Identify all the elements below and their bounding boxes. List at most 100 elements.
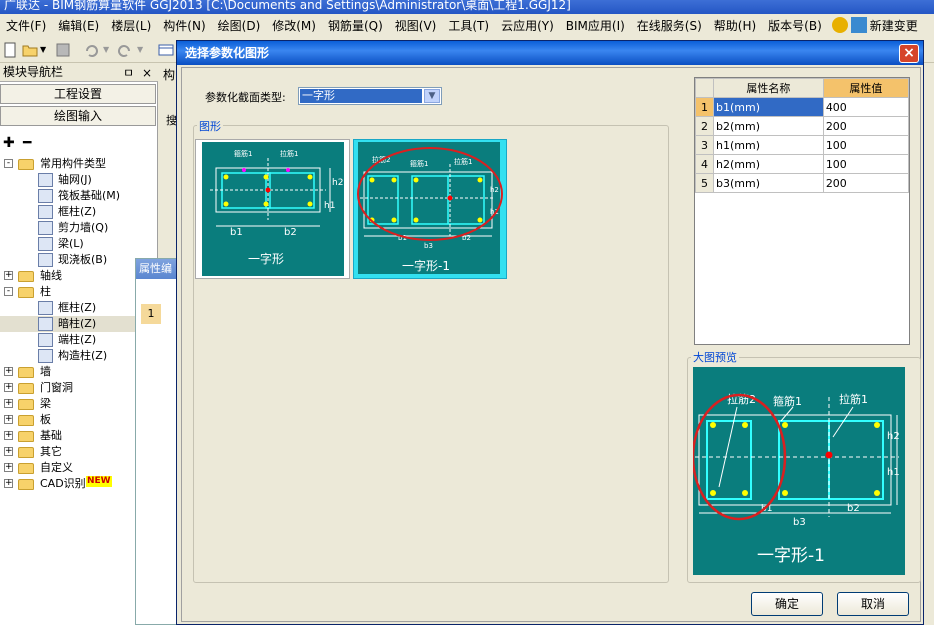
expand-all-icon[interactable]: ✚ <box>3 135 15 151</box>
tree-item[interactable]: + 其它 <box>0 444 156 460</box>
table-row[interactable]: 4 h2(mm) 100 <box>695 154 910 174</box>
menu-cloud[interactable]: 云应用(Y) <box>495 17 560 34</box>
save-icon[interactable] <box>55 42 71 58</box>
tree-item[interactable]: + 门窗洞 <box>0 380 156 396</box>
thumb1-tie2-label: 拉筋1 <box>280 149 298 158</box>
tree-item[interactable]: 筏板基础(M) <box>0 188 156 204</box>
expand-icon[interactable]: + <box>4 383 13 392</box>
row-value[interactable]: 200 <box>822 173 910 193</box>
menu-floor[interactable]: 楼层(L) <box>105 17 157 34</box>
cancel-button[interactable]: 取消 <box>837 592 909 616</box>
new-change-link[interactable]: 新建变更 <box>870 17 918 34</box>
tree-item[interactable]: + 自定义 <box>0 460 156 476</box>
redo-dropdown-icon[interactable]: ▼ <box>137 45 143 54</box>
helmet-icon[interactable] <box>831 17 848 33</box>
tree-item[interactable]: 暗柱(Z) <box>0 316 156 332</box>
tree-item-label: 框柱(Z) <box>58 205 97 218</box>
thumb2-tie3-label: 拉筋1 <box>454 157 472 166</box>
chevron-down-icon[interactable]: ▼ <box>424 89 440 103</box>
menu-help[interactable]: 帮助(H) <box>708 17 762 34</box>
tree-item[interactable]: 轴网(J) <box>0 172 156 188</box>
tree-item[interactable]: -柱 <box>0 284 156 300</box>
table-row[interactable]: 5 b3(mm) 200 <box>695 173 910 193</box>
menu-rebar[interactable]: 钢筋量(Q) <box>322 17 389 34</box>
menu-view[interactable]: 视图(V) <box>389 17 443 34</box>
window-title: 广联达 - BIM钢筋算量软件 GGJ2013 [C:\Documents an… <box>4 0 571 12</box>
collapse-icon[interactable]: - <box>4 159 13 168</box>
menu-file[interactable]: 文件(F) <box>0 17 52 34</box>
ok-button[interactable]: 确定 <box>751 592 823 616</box>
new-change-icon[interactable] <box>850 17 867 33</box>
redo-icon[interactable] <box>117 42 133 58</box>
gz-icon <box>38 349 53 363</box>
tree-item[interactable]: + 墙 <box>0 364 156 380</box>
tree-item[interactable]: 剪力墙(Q) <box>0 220 156 236</box>
tree-item[interactable]: + 板 <box>0 412 156 428</box>
row-value[interactable]: 400 <box>822 97 910 117</box>
row-number: 2 <box>695 116 714 136</box>
tree-item[interactable]: + 梁 <box>0 396 156 412</box>
collapse-all-icon[interactable]: ━ <box>23 135 31 151</box>
shape-thumb-yizixing-1[interactable]: 拉筋2 箍筋1 拉筋1 b1 b3 b2 h2 h1 一字形-1 <box>353 139 507 279</box>
preview-drawing: 拉筋2 箍筋1 拉筋1 b1 b3 b2 h2 h1 一字形-1 <box>693 392 900 566</box>
pin-icon[interactable]: ㅁ <box>123 65 134 82</box>
expand-icon[interactable]: + <box>4 431 13 440</box>
expand-icon[interactable]: + <box>4 463 13 472</box>
expand-icon[interactable]: + <box>4 415 13 424</box>
thumb2-tie2-label: 箍筋1 <box>410 159 428 168</box>
menu-tools[interactable]: 工具(T) <box>442 17 495 34</box>
open-dropdown-icon[interactable]: ▼ <box>40 45 46 54</box>
menu-edit[interactable]: 编辑(E) <box>52 17 105 34</box>
shape-thumb-yizixing[interactable]: 箍筋1 拉筋1 b1 b2 h2 h1 一字形 <box>195 139 350 279</box>
folder-icon <box>18 159 34 170</box>
tree-item[interactable]: 现浇板(B) <box>0 252 156 268</box>
tree-item[interactable]: 梁(L) <box>0 236 156 252</box>
expand-icon[interactable]: + <box>4 447 13 456</box>
row-value[interactable]: 100 <box>822 154 910 174</box>
table-row[interactable]: 1 b1(mm) 400 <box>695 97 910 117</box>
dialog-close-icon[interactable]: × <box>899 44 919 63</box>
tree-item[interactable]: + CAD识别 NEW <box>0 476 156 492</box>
table-row[interactable]: 2 b2(mm) 200 <box>695 116 910 136</box>
menu-modify[interactable]: 修改(M) <box>266 17 322 34</box>
menu-version[interactable]: 版本号(B) <box>762 17 828 34</box>
expand-icon[interactable]: + <box>4 399 13 408</box>
row-number: 3 <box>695 135 714 155</box>
expand-icon[interactable]: + <box>4 479 13 488</box>
tree-item[interactable]: - 常用构件类型 <box>0 156 156 172</box>
tree-item[interactable]: 构造柱(Z) <box>0 348 156 364</box>
tree-item[interactable]: 端柱(Z) <box>0 332 156 348</box>
collapse-icon[interactable]: - <box>4 287 13 296</box>
tree-item-label: 梁 <box>40 397 51 410</box>
project-settings-button[interactable]: 工程设置 <box>0 84 156 104</box>
tree-item[interactable]: 框柱(Z) <box>0 204 156 220</box>
row-name: h2(mm) <box>713 154 824 174</box>
canvas-tab[interactable]: 构 <box>163 66 175 83</box>
new-file-icon[interactable] <box>2 42 18 58</box>
tree-item[interactable]: 框柱(Z) <box>0 300 156 316</box>
menu-component[interactable]: 构件(N) <box>157 17 211 34</box>
row-value[interactable]: 200 <box>822 116 910 136</box>
section-type-select[interactable]: 一字形 ▼ <box>298 87 442 105</box>
nav-close-icon[interactable]: × <box>142 65 152 82</box>
layout-icon[interactable] <box>158 42 174 58</box>
new-badge: NEW <box>86 476 112 487</box>
undo-dropdown-icon[interactable]: ▼ <box>103 45 109 54</box>
open-folder-icon[interactable] <box>22 42 38 58</box>
row-value[interactable]: 100 <box>822 135 910 155</box>
tree-item[interactable]: + 基础 <box>0 428 156 444</box>
table-row[interactable]: 3 h1(mm) 100 <box>695 135 910 155</box>
menu-draw[interactable]: 绘图(D) <box>212 17 267 34</box>
expand-icon[interactable]: + <box>4 271 13 280</box>
grid-icon <box>38 173 53 187</box>
folder-icon <box>18 399 34 410</box>
expand-icon[interactable]: + <box>4 367 13 376</box>
menu-bim[interactable]: BIM应用(I) <box>560 17 631 34</box>
undo-icon[interactable] <box>83 42 99 58</box>
tree-item[interactable]: + 轴线 <box>0 268 156 284</box>
beam-icon <box>38 237 53 251</box>
draw-input-button[interactable]: 绘图输入 <box>0 106 156 126</box>
tree-item-label: 暗柱(Z) <box>58 317 97 330</box>
menu-online[interactable]: 在线服务(S) <box>631 17 708 34</box>
tree-item-label: 基础 <box>40 429 62 442</box>
